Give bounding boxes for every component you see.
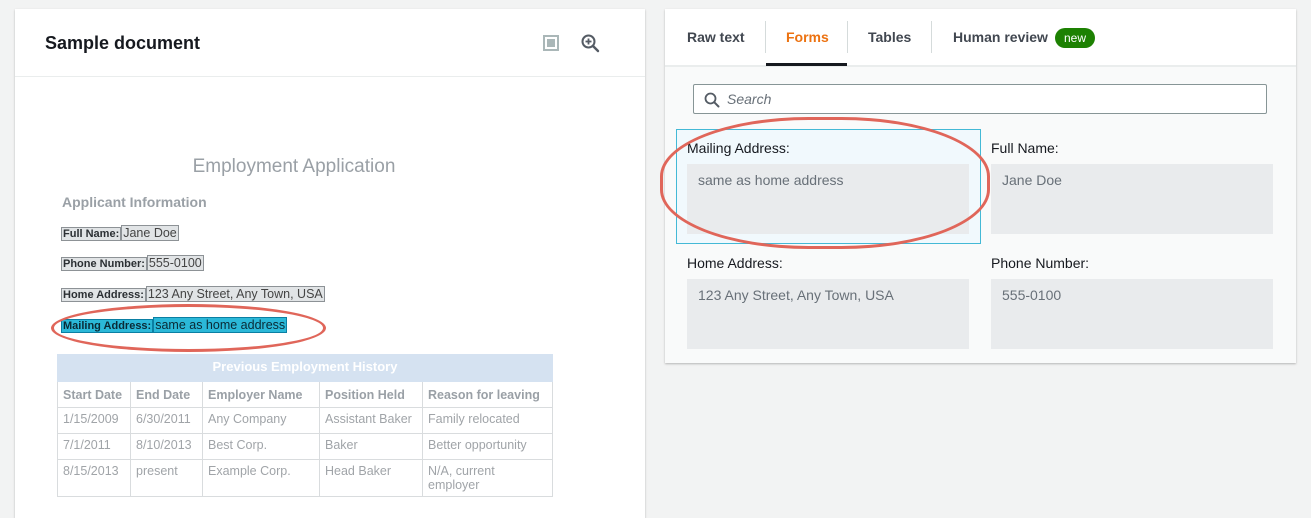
table-cell: Example Corp. (202, 459, 320, 497)
annotation-ellipse (51, 304, 326, 352)
table-header-row: Start Date End Date Employer Name Positi… (57, 381, 553, 408)
panel-title: Sample document (45, 33, 201, 53)
form-key: Home Address: (687, 255, 783, 271)
panel-header: Sample document (15, 9, 645, 77)
table-header: Position Held (319, 381, 423, 408)
table-header: Reason for leaving (422, 381, 553, 408)
tab-forms[interactable]: Forms (786, 9, 829, 66)
table-cell: Baker (319, 433, 423, 460)
search-icon (704, 92, 720, 108)
table-cell: present (130, 459, 203, 497)
table-row: 1/15/2009 6/30/2011 Any Company Assistan… (57, 407, 553, 434)
tab-human-review[interactable]: Human review (953, 9, 1048, 66)
doc-field-value: Jane Doe (121, 225, 179, 241)
form-key: Full Name: (991, 140, 1059, 156)
employment-history-table: Previous Employment History Start Date E… (57, 354, 553, 497)
table-cell: 7/1/2011 (57, 433, 131, 460)
table-cell: 1/15/2009 (57, 407, 131, 434)
search-box[interactable] (693, 84, 1267, 114)
doc-field-value: 123 Any Street, Any Town, USA (145, 286, 325, 302)
table-cell: 6/30/2011 (130, 407, 203, 434)
table-cell: N/A, current employer (422, 459, 553, 497)
table-header: End Date (130, 381, 203, 408)
sample-document-panel: Sample document Employment Application A… (15, 9, 645, 518)
form-pair-full-name[interactable]: Full Name: Jane Doe (991, 140, 1273, 234)
tab-tables[interactable]: Tables (868, 9, 911, 66)
table-caption-row: Previous Employment History (57, 354, 553, 382)
table-cell: Better opportunity (422, 433, 553, 460)
form-value: 555-0100 (991, 279, 1273, 349)
table-caption: Previous Employment History (57, 354, 553, 382)
document-preview: Employment Application Applicant Informa… (15, 78, 645, 518)
table-cell: Best Corp. (202, 433, 320, 460)
square-icon[interactable] (541, 33, 561, 53)
annotation-ellipse (660, 117, 990, 249)
new-badge: new (1055, 28, 1096, 48)
table-header: Start Date (57, 381, 131, 408)
doc-field-key: Phone Number: (61, 257, 147, 271)
form-key: Phone Number: (991, 255, 1090, 271)
table-header: Employer Name (202, 381, 320, 408)
document-heading: Employment Application (192, 156, 396, 177)
tab-divider (765, 21, 766, 53)
table-cell: 8/15/2013 (57, 459, 131, 497)
doc-field-value: 555-0100 (146, 255, 204, 271)
form-pair-home-address[interactable]: Home Address: 123 Any Street, Any Town, … (687, 255, 969, 349)
doc-field-key: Home Address: (61, 288, 146, 302)
result-tabs: Raw text Forms Tables Human review new (665, 9, 1296, 66)
table-row: 8/15/2013 present Example Corp. Head Bak… (57, 459, 553, 497)
form-value: 123 Any Street, Any Town, USA (687, 279, 969, 349)
table-cell: Head Baker (319, 459, 423, 497)
zoom-in-icon[interactable] (580, 33, 600, 53)
form-pair-phone-number[interactable]: Phone Number: 555-0100 (991, 255, 1273, 349)
doc-field-home-address[interactable]: Home Address: 123 Any Street, Any Town, U… (61, 286, 325, 302)
app-stage: Sample document Employment Application A… (0, 0, 1311, 518)
table-cell: Family relocated (422, 407, 553, 434)
doc-field-phone-number[interactable]: Phone Number: 555-0100 (61, 255, 204, 271)
doc-field-full-name[interactable]: Full Name: Jane Doe (60, 225, 179, 241)
doc-field-key: Full Name: (60, 227, 122, 241)
search-input[interactable] (727, 85, 1247, 113)
tab-divider (931, 21, 932, 53)
form-value: Jane Doe (991, 164, 1273, 234)
table-row: 7/1/2011 8/10/2013 Best Corp. Baker Bett… (57, 433, 553, 460)
table-cell: 8/10/2013 (130, 433, 203, 460)
tab-raw-text[interactable]: Raw text (687, 9, 745, 66)
document-section-title: Applicant Information (62, 194, 207, 210)
table-cell: Assistant Baker (319, 407, 423, 434)
tab-divider (847, 21, 848, 53)
table-cell: Any Company (202, 407, 320, 434)
